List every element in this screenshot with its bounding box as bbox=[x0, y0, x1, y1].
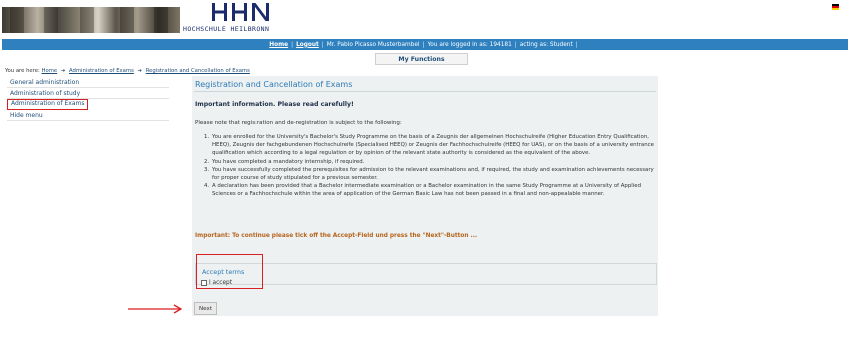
hhn-logo bbox=[212, 3, 269, 21]
intro-text: Please note that regis:ration and de-reg… bbox=[195, 120, 402, 126]
accept-checkbox[interactable] bbox=[201, 280, 207, 286]
logo-text: HOCHSCHULE HEILBRONN bbox=[183, 25, 270, 33]
sidebar-item-general-administration[interactable]: General administration bbox=[7, 77, 169, 88]
breadcrumb-current-link[interactable]: Registration and Cancellation of Exams bbox=[146, 68, 250, 74]
separator: | bbox=[514, 41, 517, 48]
home-link[interactable]: Home bbox=[269, 42, 288, 48]
list-item: 2. You have completed a mandatory interns… bbox=[204, 158, 654, 166]
sidebar-item-administration-of-exams[interactable]: Administration of Exams bbox=[7, 99, 88, 110]
user-info-bar: Home | Logout | Mr. Pablo Picasso Muster… bbox=[2, 39, 848, 50]
important-heading: Important information. Please read caref… bbox=[195, 101, 354, 108]
accept-terms-fieldset: Accept terms I accept bbox=[195, 254, 657, 289]
title-divider bbox=[194, 91, 656, 92]
login-status: You are logged in as: 194181 bbox=[427, 41, 512, 48]
list-item-text: You are enrolled for the University's Ba… bbox=[212, 134, 654, 157]
list-item-text: You have completed a mandatory internshi… bbox=[212, 158, 365, 165]
arrow-right-icon: ➔ bbox=[137, 68, 142, 74]
logout-link[interactable]: Logout bbox=[296, 42, 319, 48]
sidebar-item-administration-of-study[interactable]: Administration of study bbox=[7, 88, 169, 99]
breadcrumb-home-link[interactable]: Home bbox=[41, 68, 57, 74]
page-title: Registration and Cancellation of Exams bbox=[195, 80, 353, 89]
role-status: acting as: Student bbox=[519, 41, 573, 48]
list-item-number: 1. bbox=[204, 134, 210, 140]
list-item: 1. You are enrolled for the University's … bbox=[204, 133, 654, 158]
red-arrow-annotation-icon bbox=[128, 304, 183, 314]
separator: | bbox=[422, 41, 425, 48]
german-flag-icon[interactable] bbox=[832, 4, 839, 10]
header-photo-banner bbox=[2, 7, 180, 33]
list-item-text: A declaration has been provided that a B… bbox=[212, 183, 641, 198]
accept-checkbox-row[interactable]: I accept bbox=[201, 280, 232, 286]
list-item-number: 2. bbox=[204, 158, 210, 165]
list-item-text: You have successfully completed the prer… bbox=[212, 166, 654, 182]
main-panel: Registration and Cancellation of Exams I… bbox=[192, 76, 658, 316]
breadcrumb-exams-link[interactable]: Administration of Exams bbox=[69, 68, 134, 74]
list-item: 3. You have successfully completed the pr… bbox=[204, 166, 654, 182]
accept-terms-legend: Accept terms bbox=[202, 268, 245, 276]
separator: | bbox=[291, 41, 294, 48]
next-button[interactable]: Next bbox=[194, 302, 217, 315]
list-item: 4. A declaration has been provided that a… bbox=[204, 182, 654, 198]
accept-label: I accept bbox=[209, 280, 232, 286]
sidebar-item-hide-menu[interactable]: Hide menu bbox=[7, 110, 169, 121]
conditions-list: 1. You are enrolled for the University's … bbox=[204, 133, 654, 199]
list-item-number: 4. bbox=[204, 183, 210, 190]
separator: | bbox=[575, 41, 578, 48]
user-name: Mr. Pablo Picasso Musterbambel bbox=[326, 41, 420, 48]
sidebar-menu: General administration Administration of… bbox=[7, 77, 169, 121]
breadcrumb: You are here: Home ➔ Administration of E… bbox=[5, 68, 250, 74]
arrow-right-icon: ➔ bbox=[60, 68, 66, 74]
continue-notice: Important: To continue please tick off t… bbox=[195, 233, 478, 239]
list-item-number: 3. bbox=[204, 166, 210, 173]
breadcrumb-prefix: You are here: bbox=[5, 68, 40, 74]
my-functions-button[interactable]: My Functions bbox=[375, 53, 468, 65]
separator: | bbox=[321, 41, 324, 48]
